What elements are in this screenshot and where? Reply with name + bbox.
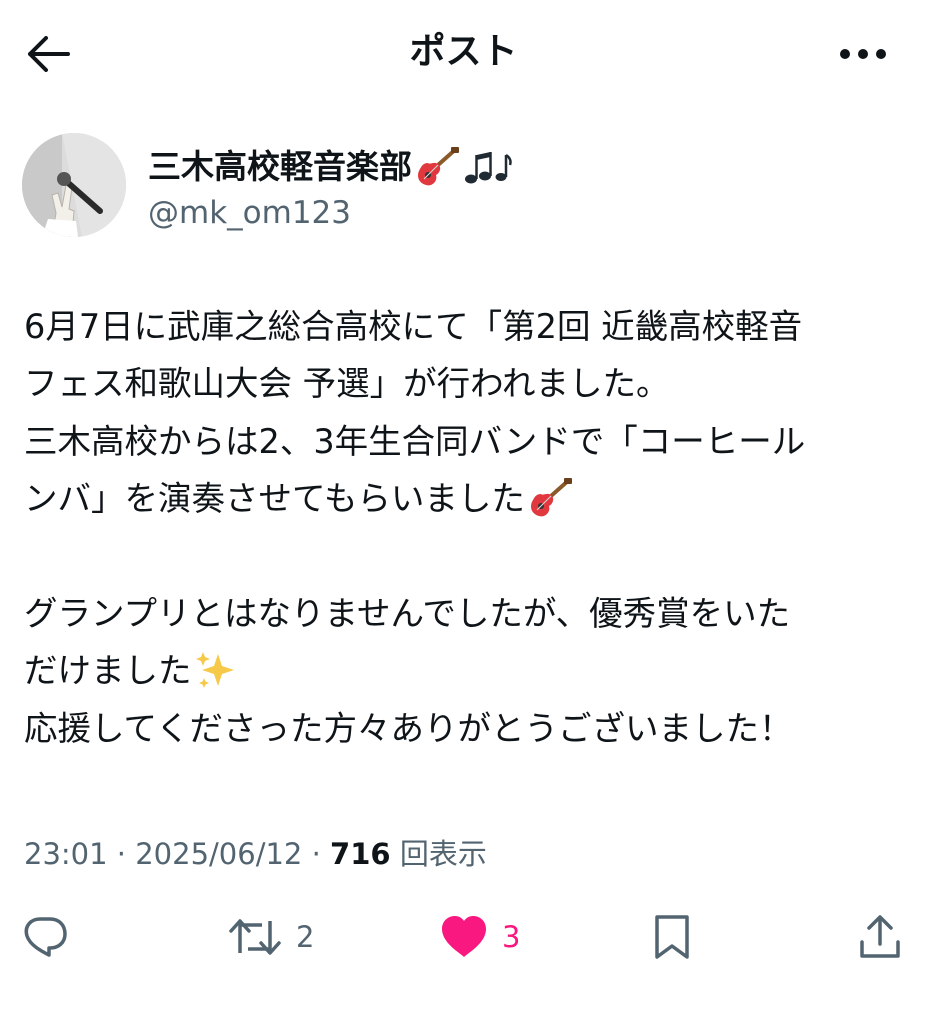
views-label: 回表示 — [399, 837, 487, 871]
like-button[interactable]: 3 — [440, 905, 520, 969]
bookmark-icon — [655, 915, 689, 959]
top-bar: ポスト — [0, 0, 927, 108]
display-name-row: 三木高校軽音楽部 — [148, 145, 512, 189]
tweet-date[interactable]: 2025/06/12 — [135, 837, 302, 871]
reply-icon — [24, 917, 67, 957]
guitar-icon — [414, 147, 460, 187]
repost-button[interactable]: 2 — [228, 905, 314, 969]
tweet-line: 6月7日に武庫之総合高校にて「第2回 近畿高校軽音 — [24, 307, 803, 346]
repost-count: 2 — [296, 920, 315, 954]
bookmark-button[interactable] — [652, 905, 692, 969]
tweet-text: 6月7日に武庫之総合高校にて「第2回 近畿高校軽音 フェス和歌山大会 予選」が行… — [24, 298, 904, 757]
tweet-line: 三木高校からは2、3年生合同バンドで「コーヒール — [24, 421, 806, 461]
meta-separator: · — [107, 837, 136, 871]
tweet-line: だけました — [24, 642, 904, 699]
action-bar: 2 3 — [0, 905, 927, 969]
tweet-time[interactable]: 23:01 — [24, 837, 108, 871]
display-name[interactable]: 三木高校軽音楽部 — [148, 145, 412, 189]
tweet-line: ンバ」を演奏させてもらいました — [24, 470, 904, 527]
tweet-line: フェス和歌山大会 予選」が行われました。 — [24, 364, 670, 404]
page-title: ポスト — [409, 31, 518, 72]
tweet-line: 応援してくださった方々ありがとうございました！ — [24, 708, 793, 748]
views-count: 716 — [330, 837, 391, 871]
more-horizontal-icon — [840, 49, 886, 59]
more-options-button[interactable] — [835, 30, 891, 78]
share-button[interactable] — [858, 905, 902, 969]
reply-button[interactable] — [22, 905, 68, 969]
heart-filled-icon — [442, 916, 486, 957]
tweet-line: グランプリとはなりませんでしたが、優秀賞をいた — [24, 593, 791, 633]
share-icon — [860, 915, 900, 958]
meta-separator: · — [302, 837, 331, 871]
user-handle[interactable]: @mk_om123 — [148, 193, 351, 233]
avatar[interactable] — [22, 133, 126, 237]
avatar-photo-icon — [22, 133, 126, 237]
music-notes-icon — [462, 147, 512, 187]
repost-icon — [229, 919, 281, 955]
guitar-icon — [527, 478, 573, 535]
tweet-meta: 23:01 · 2025/06/12 · 716 回表示 — [24, 830, 487, 878]
like-count: 3 — [502, 920, 521, 954]
